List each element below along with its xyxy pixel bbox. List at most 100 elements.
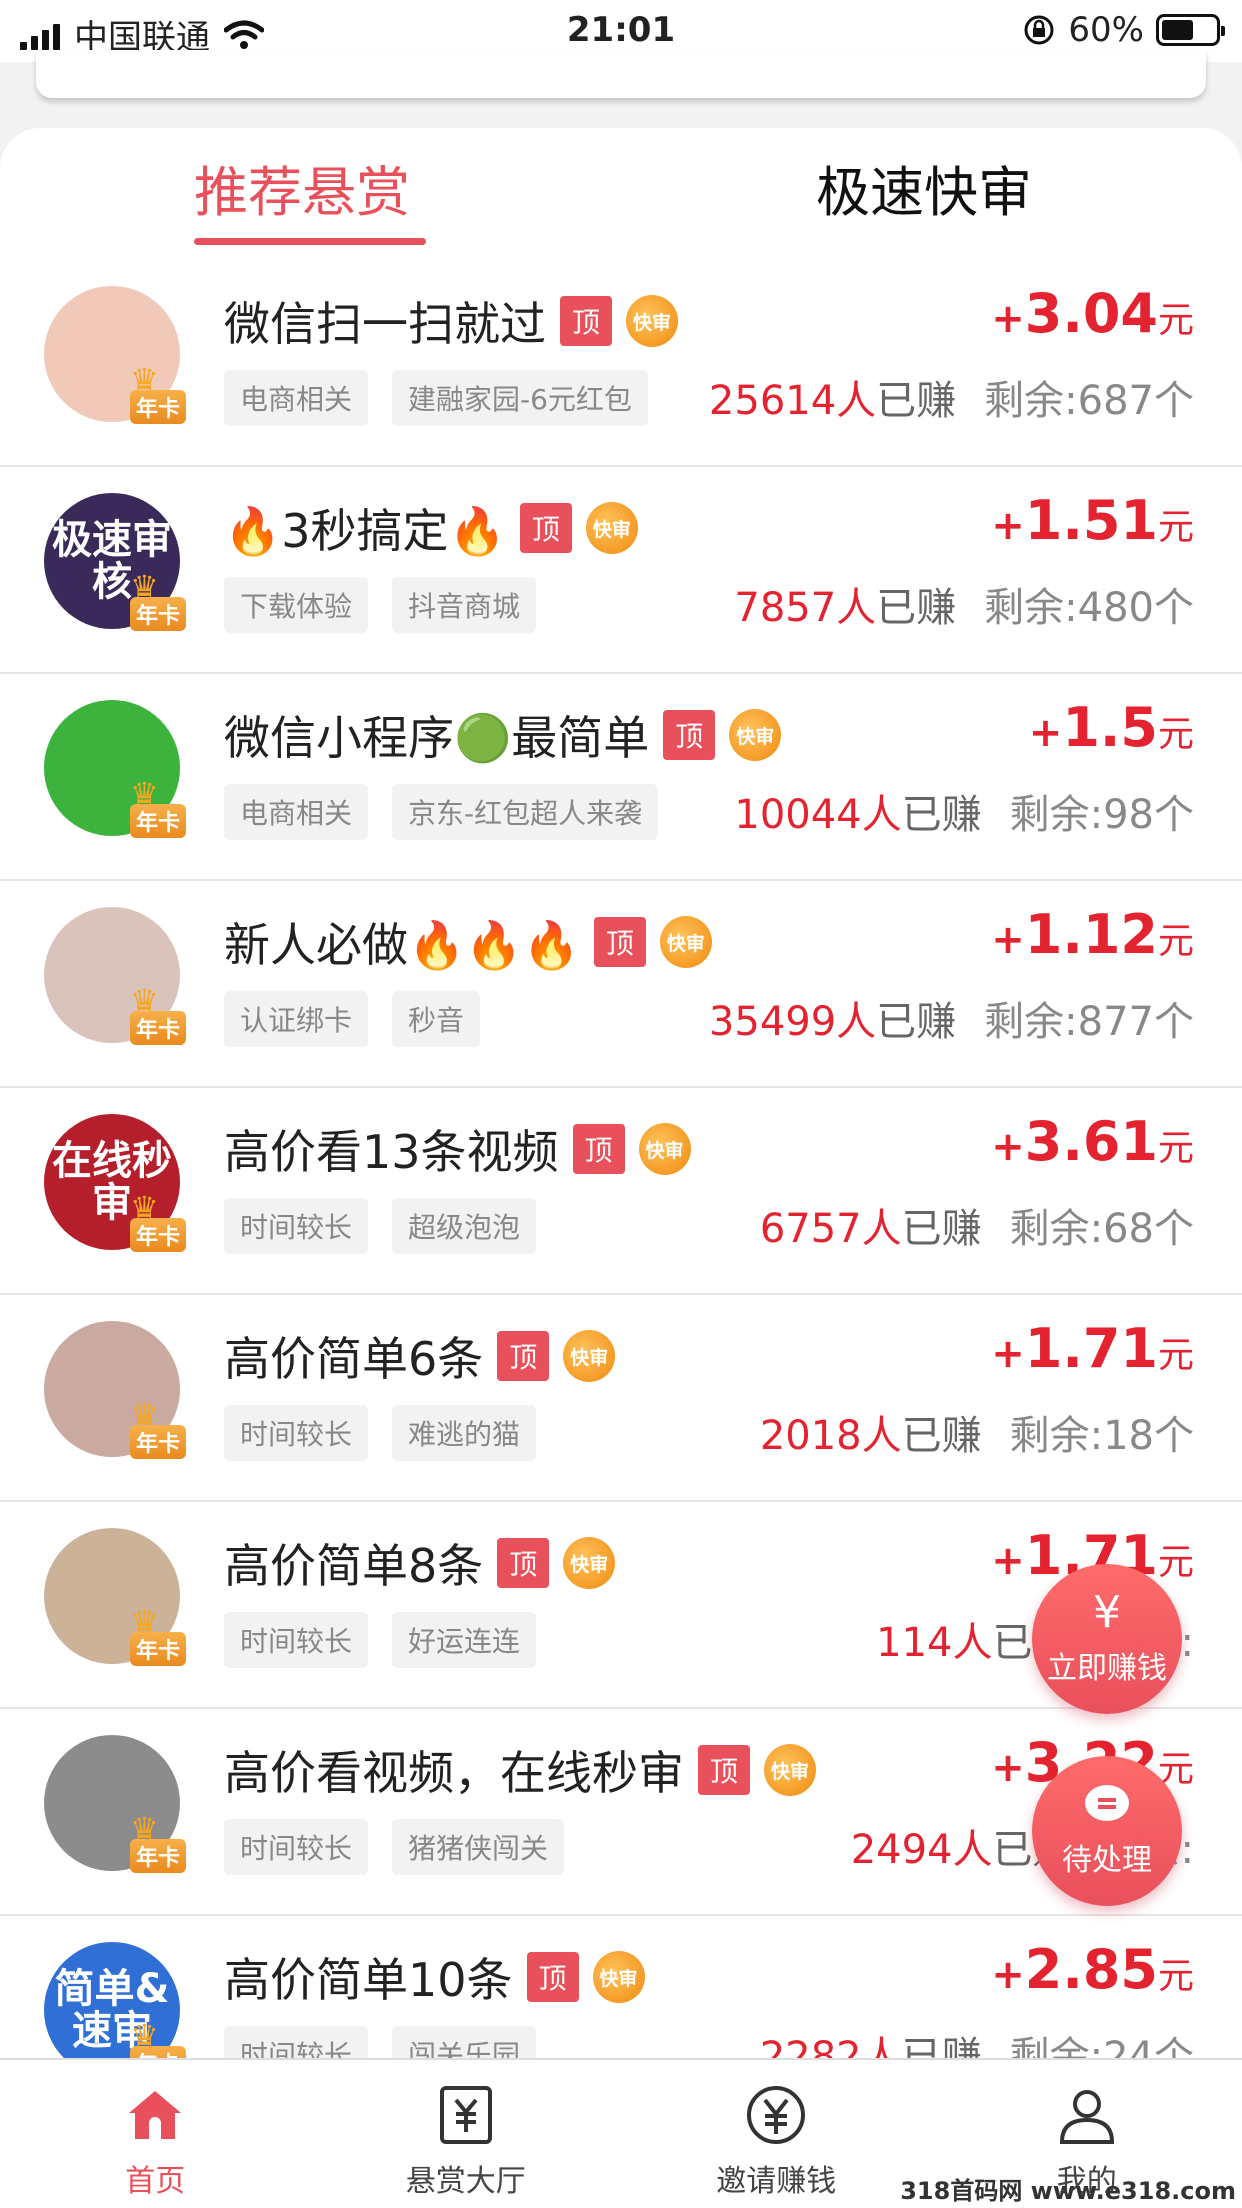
task-category-tag: 时间较长 [224, 1198, 369, 1254]
pinned-tag: 顶 [663, 710, 716, 760]
nav-reward-hall[interactable]: 悬赏大厅 [311, 2060, 622, 2208]
fast-review-tag: 快审 [659, 916, 712, 968]
annual-card-badge: ♛年卡 [126, 1399, 206, 1459]
earned-count: 2018人 [759, 1413, 902, 1459]
nav-home-label: 首页 [125, 2164, 186, 2199]
task-title: 高价简单6条 [224, 1332, 484, 1386]
task-row[interactable]: 在线秒审 ♛ 年卡 高价看13条视频顶快审 时间较长 超级泡泡 +3.61 元 6757人已赚剩… [0, 1088, 1242, 1295]
task-title-line: 高价简单10条顶快审 [224, 1944, 645, 2010]
pinned-tag: 顶 [560, 296, 612, 346]
task-row[interactable]: 简单&速审♛年卡高价简单10条顶快审时间较长闯关乐园+2.85元2282人已赚剩… [0, 1916, 1242, 2058]
earned-label: 已赚 [876, 378, 957, 424]
status-right: 60% [1022, 10, 1225, 50]
task-category-tag: 电商相关 [224, 784, 369, 840]
task-row[interactable]: ♛ 年卡 高价简单6条顶快审时间较长 难逃的猫 +1.71 元 2018人已赚 剩余:18个 [0, 1295, 1242, 1502]
task-title: 高价看13条视频 [224, 1125, 559, 1179]
tab-fast-review[interactable]: 极速快审 [816, 148, 1032, 227]
battery-icon [1156, 14, 1225, 46]
pinned-tag: 顶 [519, 503, 572, 553]
annual-card-label: 年卡 [130, 597, 187, 631]
annual-card-badge: ♛年卡 [126, 778, 206, 838]
task-title-line: 高价看13条视频顶快审 [224, 1116, 691, 1182]
task-category-tag: 电商相关 [224, 370, 369, 426]
fast-review-tag: 快审 [592, 1951, 645, 2003]
reward-plus: + [991, 1331, 1025, 1377]
earned-count: 2282人 [759, 2034, 902, 2058]
earned-count: 7857人 [734, 585, 877, 631]
annual-card-label: 年卡 [130, 804, 187, 838]
profile-icon [1054, 2082, 1120, 2148]
task-reward: +2.85 元 [991, 1938, 1194, 2001]
task-stats: 6757人已赚 剩余:68个 [760, 1196, 1194, 1254]
task-app-tag: 超级泡泡 [392, 1198, 537, 1254]
remaining-count: 剩余:18个 [1009, 1413, 1194, 1459]
task-row[interactable]: ♛ 年卡 新人必做🔥🔥🔥 顶快审 认证绑卡 秒音 +1.12 元 35499人已赚 剩余:877个 [0, 881, 1242, 1088]
annual-card-badge: ♛年卡 [126, 1192, 206, 1252]
reward-plus: + [991, 503, 1025, 549]
task-title: 微信小程序🟢最简单 [224, 711, 650, 765]
earned-label: 已赚 [901, 2034, 982, 2058]
task-title-line: 高价看视频，在线秒审顶快审 [224, 1737, 816, 1803]
reward-amount: 3.04 [1024, 282, 1158, 345]
task-reward: +1.71 元 [991, 1317, 1194, 1380]
task-reward: +1.51 元 [991, 489, 1194, 552]
reward-plus: + [991, 1952, 1025, 1998]
reward-plus: + [1028, 710, 1063, 756]
annual-card-label: 年卡 [130, 1839, 187, 1873]
task-category-tag: 认证绑卡 [224, 991, 369, 1047]
earned-count: 6757人 [759, 1206, 902, 1252]
task-tags: 时间较长 好运连连 [224, 1612, 537, 1668]
annual-card-badge: ♛年卡 [126, 1813, 206, 1873]
task-app-tag: 建融家园-6元红包 [392, 370, 648, 426]
earned-count: 10044人 [734, 792, 902, 838]
task-app-tag: 难逃的猫 [392, 1405, 537, 1461]
nav-invite[interactable]: 邀请赚钱 [621, 2060, 932, 2208]
task-row[interactable]: 极速审核 ♛ 年卡 🔥3秒搞定🔥 顶快审 下载体验 抖音商城 +1.51 元 7857人已赚 剩余:… [0, 467, 1242, 674]
annual-card-badge: ♛年卡 [126, 2020, 206, 2058]
tab-underline [194, 238, 426, 245]
annual-card-badge: ♛年卡 [126, 571, 206, 631]
pending-button[interactable]: 待处理 [1032, 1756, 1182, 1906]
nav-home[interactable]: 首页 [0, 2060, 311, 2208]
task-tags: 下载体验 抖音商城 [224, 577, 537, 633]
task-row[interactable]: ♛ 年卡 微信扫一扫就过顶快审 电商相关 建融家园-6元红包 +3.04 元 25614人已赚… [0, 260, 1242, 467]
earned-label: 已赚 [901, 1413, 982, 1459]
annual-card-label: 年卡 [130, 1011, 187, 1045]
annual-card-badge: ♛年卡 [126, 364, 206, 424]
pinned-tag: 顶 [526, 1952, 579, 2002]
reward-unit: 元 [1157, 1956, 1194, 1997]
earn-now-label: 立即赚钱 [1047, 1651, 1167, 1686]
task-stats: 2018人已赚 剩余:18个 [760, 1403, 1194, 1461]
task-category-tag: 时间较长 [224, 1405, 369, 1461]
reward-plus: + [991, 1745, 1025, 1791]
reward-unit: 元 [1157, 714, 1194, 755]
task-title: 新人必做🔥🔥🔥 [224, 918, 580, 972]
task-title-line: 高价简单6条顶快审 [224, 1323, 616, 1389]
task-tags: 电商相关 京东-红包超人来袭 [224, 784, 659, 840]
fast-review-tag: 快审 [563, 1537, 616, 1589]
annual-card-label: 年卡 [130, 1425, 187, 1459]
task-reward: +3.61 元 [991, 1110, 1194, 1173]
task-app-tag: 好运连连 [392, 1612, 537, 1668]
earned-label: 已赚 [876, 999, 957, 1045]
battery-percent: 60% [1068, 10, 1144, 50]
annual-card-label: 年卡 [130, 1632, 187, 1666]
reward-amount: 2.85 [1024, 1938, 1158, 2001]
reward-plus: + [991, 1124, 1025, 1170]
task-category-tag: 时间较长 [224, 2026, 369, 2058]
tab-recommended[interactable]: 推荐悬赏 [194, 148, 410, 227]
task-title-line: 高价简单8条顶快审 [224, 1530, 616, 1596]
reward-unit: 元 [1157, 1335, 1194, 1376]
task-title: 高价简单8条 [224, 1539, 484, 1593]
task-row[interactable]: ♛ 年卡 微信小程序🟢最简单顶快审 电商相关 京东-红包超人来袭 +1.5 元 10044人已… [0, 674, 1242, 881]
earn-now-button[interactable]: ¥ 立即赚钱 [1032, 1564, 1182, 1714]
watermark: 318首码网 www.e318.com [900, 2177, 1236, 2205]
rotation-lock-icon [1024, 15, 1054, 45]
annual-card-label: 年卡 [130, 390, 187, 424]
pinned-tag: 顶 [572, 1124, 625, 1174]
remaining-count: 剩余:98个 [1009, 792, 1194, 838]
chat-bubble-icon [1085, 1785, 1129, 1821]
fast-review-tag: 快审 [729, 709, 782, 761]
fast-review-tag: 快审 [626, 295, 678, 347]
task-reward: +1.5 元 [1029, 696, 1194, 759]
